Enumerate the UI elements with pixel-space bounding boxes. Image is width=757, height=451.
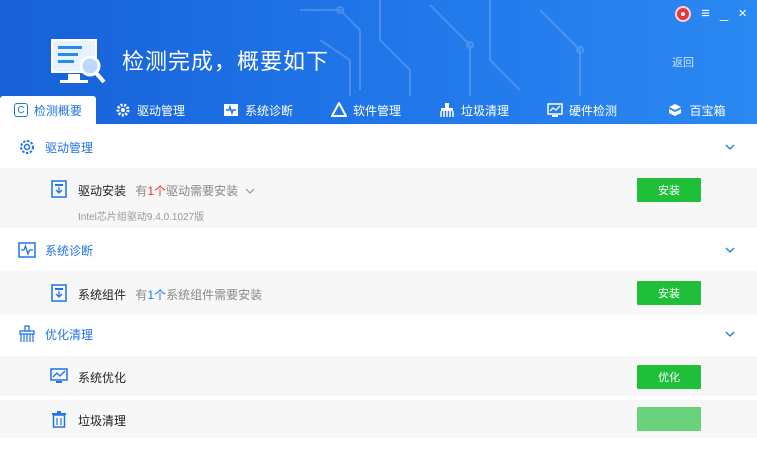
gear-icon [116,103,130,117]
tab-software[interactable]: 软件管理 [312,96,420,124]
section-title: 驱动管理 [45,140,94,155]
circuit-decoration [300,0,584,96]
tab-label: 系统诊断 [244,103,293,118]
install-package-icon [51,284,67,302]
tab-label: 检测概要 [33,103,82,118]
note-prefix: 有 [135,184,148,198]
tab-diagnosis[interactable]: 系统诊断 [204,96,312,124]
back-button[interactable]: 返回 [672,54,694,70]
diagnosis-icon [18,242,36,258]
tab-label: 垃圾清理 [460,103,509,118]
page-title: 检测完成，概要如下 [122,49,330,74]
tab-label: 驱动管理 [136,103,185,118]
note-suffix: 系统组件需要安装 [166,288,263,302]
optimize-chart-icon [50,368,68,383]
mascot-icon[interactable] [675,6,692,22]
tab-label: 硬件检测 [568,103,617,118]
note-count: 1个 [147,184,167,198]
chevron-down-icon[interactable] [725,245,735,255]
item-note: 有1个驱动需要安装 [135,184,238,198]
cleanup-button-loading[interactable] [637,407,701,431]
toolbox-icon [669,104,682,116]
tab-label: 软件管理 [352,103,401,118]
note-count: 1个 [147,288,167,302]
item-label: 垃圾清理 [78,414,127,428]
note-prefix: 有 [135,288,148,302]
report-monitor-icon [51,39,106,84]
header-banner: 检测完成，概要如下 返回 ≡ _ × C 检测概要 驱动管理 系统诊断 软件管理… [0,0,757,124]
section-driver-header[interactable]: 驱动管理 [0,129,757,165]
main-tabs: C 检测概要 驱动管理 系统诊断 软件管理 垃圾清理 硬件检测 百宝箱 [0,96,757,124]
broom-icon [440,103,454,117]
chevron-down-icon[interactable] [725,329,735,339]
driver-install-label-line: 驱动安装 有1个驱动需要安装 [78,182,255,199]
driver-detail: Intel芯片组驱动9.4.0.1027版 [78,212,205,223]
monitor-icon [547,103,563,117]
item-note: 有1个系统组件需要安装 [135,288,262,302]
item-label: 驱动安装 [78,184,127,198]
junk-cleanup-row: 垃圾清理 [0,400,757,438]
section-cleanup-header[interactable]: 优化清理 [0,316,757,352]
tab-overview[interactable]: C 检测概要 [0,96,96,124]
menu-icon[interactable]: ≡ [701,6,710,22]
optimize-button[interactable]: 优化 [637,365,701,389]
refresh-icon: C [13,103,28,117]
item-label: 系统组件 [78,288,127,302]
tab-driver[interactable]: 驱动管理 [96,96,204,124]
install-component-button[interactable]: 安装 [637,281,701,305]
install-driver-button[interactable]: 安装 [637,178,701,202]
section-title: 系统诊断 [45,243,94,258]
section-diagnosis-header[interactable]: 系统诊断 [0,232,757,268]
minimize-icon[interactable]: _ [720,6,728,22]
chevron-down-icon[interactable] [725,142,735,152]
section-title: 优化清理 [45,327,94,342]
system-component-row: 系统组件 有1个系统组件需要安装 安装 [0,271,757,315]
install-package-icon [51,180,67,198]
system-component-label-line: 系统组件 有1个系统组件需要安装 [78,286,262,303]
trash-icon [52,411,66,428]
tab-toolbox[interactable]: 百宝箱 [636,96,757,124]
system-optimize-row: 系统优化 优化 [0,356,757,396]
driver-install-row: 驱动安装 有1个驱动需要安装 Intel芯片组驱动9.4.0.1027版 安装 [0,168,757,228]
tab-hardware[interactable]: 硬件检测 [528,96,636,124]
item-label: 系统优化 [78,371,127,385]
window-controls: ≡ _ × [675,6,747,22]
note-suffix: 驱动需要安装 [166,184,239,198]
triangle-icon [330,102,347,117]
broom-icon [19,325,35,342]
diagnosis-icon [223,104,238,116]
tab-label: 百宝箱 [689,103,726,118]
gear-icon [20,140,34,154]
chevron-down-icon[interactable] [245,187,255,195]
close-icon[interactable]: × [738,6,747,22]
tab-cleanup[interactable]: 垃圾清理 [420,96,528,124]
